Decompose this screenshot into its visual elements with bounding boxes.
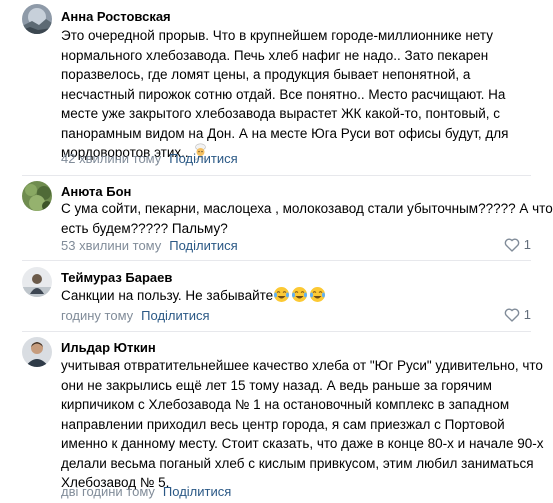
share-link[interactable]: Поділитися (163, 484, 231, 499)
comment-meta: 53 хвилини тому Поділитися (61, 238, 238, 253)
author-name[interactable]: Анна Ростовская (61, 9, 171, 24)
comment-meta: годину тому Поділитися (61, 308, 210, 323)
comment-text: Санкции на пользу. Не забывайте (61, 286, 541, 309)
text-line: нормального хлебозавода. Печь хлеб нафиг… (61, 47, 489, 63)
text-line: Санкции на пользу. Не забывайте (61, 286, 541, 309)
like-count: 1 (523, 307, 531, 322)
author-name[interactable]: Ильдар Юткин (61, 340, 156, 355)
avatar[interactable] (22, 267, 52, 297)
divider (22, 175, 531, 176)
like-button[interactable]: 1 (504, 237, 531, 252)
text-line: есть будем????? Пальму? (61, 220, 228, 236)
timestamp[interactable]: 53 хвилини тому (61, 238, 161, 253)
avatar[interactable] (22, 337, 52, 367)
text-line: панорамным видом на Дон. А на месте Юга … (61, 125, 509, 141)
share-link[interactable]: Поділитися (169, 151, 237, 166)
timestamp[interactable]: 42 хвилини тому (61, 151, 161, 166)
text-line: Это очередной прорыв. Что в крупнейшем г… (61, 28, 493, 43)
share-link[interactable]: Поділитися (169, 238, 237, 253)
like-button[interactable]: 1 (504, 307, 531, 322)
text-line: поразвелось, где ломят цены, а продукция… (61, 67, 471, 82)
text-line: делали весьма поганый хлеб с кислым прив… (61, 455, 534, 471)
text-line: кирпичиком с Хлебозавода № 1 на останово… (61, 397, 510, 412)
comment-text: С ума сойти, пекарни, маслоцеха , молоко… (61, 199, 553, 238)
text-line: месте уже закрытого хлебозавода вырастет… (61, 106, 500, 121)
heart-outline-icon (504, 308, 520, 322)
text-line-content: Санкции на пользу. Не забывайте (61, 288, 274, 303)
text-line: именно к данному месту. Стоит сказать, ч… (61, 436, 544, 451)
text-line: они не закрылись ещё лет 15 тому назад. … (61, 377, 492, 393)
text-line: направлении приходил весь центр города, … (61, 416, 505, 432)
timestamp[interactable]: дві години тому (61, 484, 155, 499)
share-link[interactable]: Поділитися (141, 308, 209, 323)
text-line: учитывая отвратительнейшее качество хлеб… (61, 358, 543, 373)
divider (22, 260, 531, 261)
avatar[interactable] (22, 4, 52, 34)
text-line: С ума сойти, пекарни, маслоцеха , молоко… (61, 201, 553, 216)
comment-meta: 42 хвилини тому Поділитися (61, 151, 238, 166)
like-count: 1 (523, 237, 531, 252)
author-name[interactable]: Анюта Бон (61, 184, 131, 199)
timestamp[interactable]: годину тому (61, 308, 133, 323)
comment-meta: дві години тому Поділитися (61, 484, 231, 499)
avatar[interactable] (22, 181, 52, 211)
divider (22, 331, 531, 332)
comment-text: учитывая отвратительнейшее качество хлеб… (61, 356, 544, 493)
tears-of-joy-emoji (273, 286, 327, 309)
comment-text: Это очередной прорыв. Что в крупнейшем г… (61, 26, 541, 166)
author-name[interactable]: Теймураз Бараев (61, 270, 172, 285)
heart-outline-icon (504, 238, 520, 252)
text-line: несчастный пирожок сотню отдай. Все поня… (61, 86, 506, 102)
